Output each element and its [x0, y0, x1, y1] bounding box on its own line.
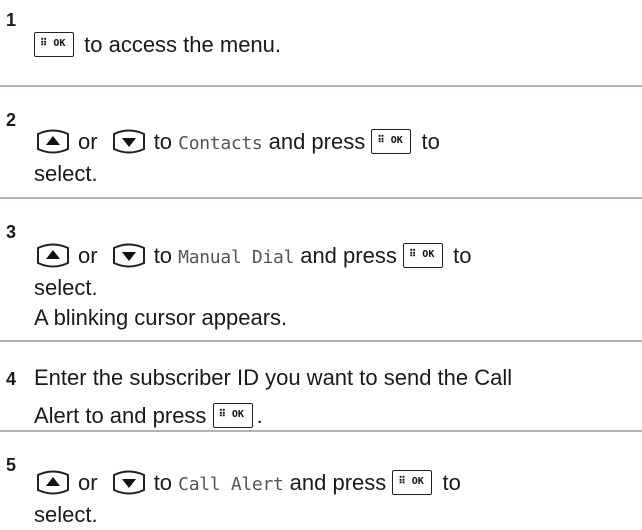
- step-text: ⠿ OK to access the menu.: [34, 30, 634, 61]
- menu-item-name: Call Alert: [178, 474, 284, 495]
- up-arrow-key-icon: [34, 469, 72, 496]
- step-divider: [0, 340, 642, 342]
- up-arrow-key-icon: [34, 128, 72, 155]
- step-number: 2: [6, 110, 17, 130]
- step-text: or to Contacts and press ⠿ OK to select.: [34, 128, 440, 186]
- step-divider: [0, 85, 642, 87]
- step-divider: [0, 430, 642, 432]
- step-text: Enter the subscriber ID you want to send…: [34, 365, 513, 428]
- down-arrow-key-icon: [110, 469, 148, 496]
- up-arrow-key-icon: [34, 242, 72, 269]
- step-divider: [0, 197, 642, 199]
- down-arrow-key-icon: [110, 128, 148, 155]
- step-text: or to Call Alert and press ⠿ OK to selec…: [34, 469, 461, 527]
- step-text: or to Manual Dial and press ⠿ OK to sele…: [34, 242, 472, 330]
- step-number: 1: [6, 10, 17, 30]
- menu-ok-key-icon: ⠿ OK: [392, 469, 433, 495]
- menu-item-name: Contacts: [178, 133, 263, 154]
- step-number: 4: [6, 369, 17, 389]
- menu-ok-key-icon: ⠿ OK: [212, 402, 253, 428]
- step-number: 5: [6, 455, 17, 475]
- down-arrow-key-icon: [110, 242, 148, 269]
- step-number: 3: [6, 222, 17, 242]
- menu-ok-key-icon: ⠿ OK: [34, 31, 74, 57]
- menu-item-name: Manual Dial: [178, 247, 295, 268]
- menu-ok-key-icon: ⠿ OK: [402, 242, 443, 268]
- menu-ok-key-icon: ⠿ OK: [371, 128, 412, 154]
